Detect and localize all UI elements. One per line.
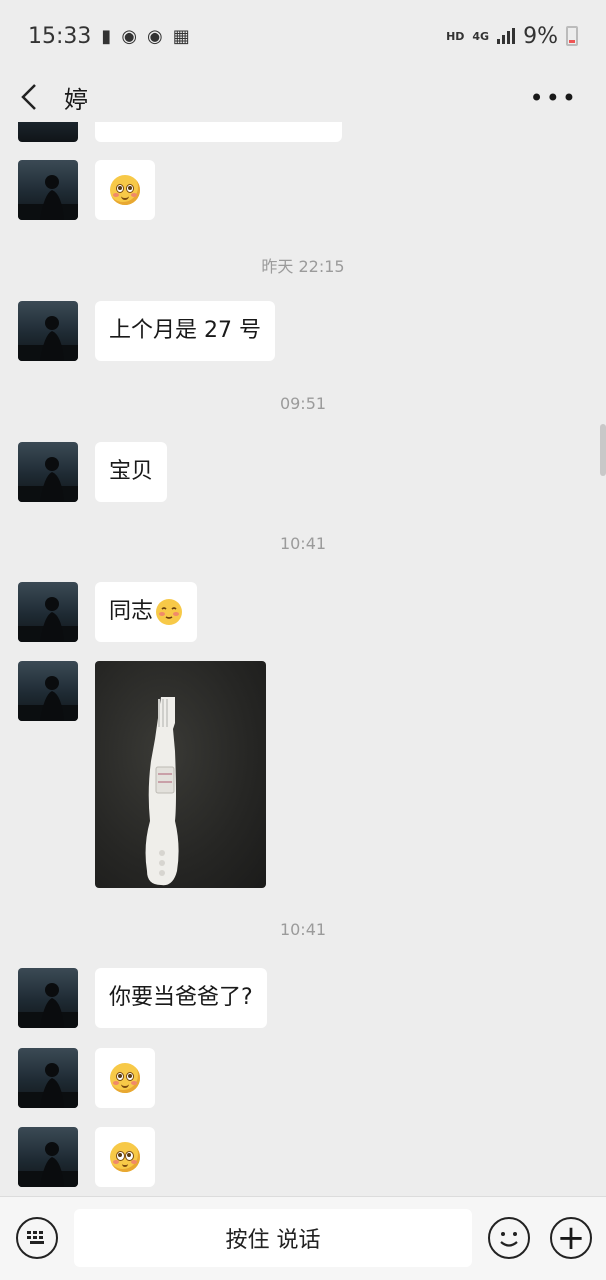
message-bubble-with-emoji[interactable]: 同志 (95, 582, 198, 642)
avatar[interactable] (18, 968, 78, 1028)
battery-icon (566, 26, 578, 46)
image-message[interactable] (95, 661, 266, 888)
nav-bar: 婷 ••• (0, 72, 606, 122)
back-icon[interactable] (18, 82, 48, 112)
status-left: 15:33 ▮ ◉ ◉ ▦ (28, 24, 190, 49)
pregnancy-test-photo (145, 697, 179, 886)
avatar[interactable] (18, 1048, 78, 1108)
alert-icon: ▮ (101, 25, 112, 47)
timestamp: 昨天 22:15 (261, 257, 345, 276)
network-type: 4G (472, 29, 490, 43)
chat-area[interactable]: 昨天 22:15 上个月是 27 号 09:51 宝贝 10:41 同志 10:… (0, 122, 606, 1196)
more-dots-icon[interactable]: ••• (530, 84, 578, 112)
message-bubble[interactable]: 宝贝 (95, 442, 168, 502)
timestamp: 10:41 (279, 920, 327, 939)
hold-to-talk-button[interactable]: 按住 说话 (74, 1209, 472, 1267)
qq-icon-2: ◉ (147, 25, 163, 47)
emoji-message[interactable] (95, 1127, 155, 1187)
avatar[interactable] (18, 301, 78, 361)
input-bar: 按住 说话 + (0, 1196, 606, 1280)
avatar[interactable] (18, 442, 78, 502)
signal-icon (497, 28, 516, 44)
timestamp: 10:41 (279, 534, 327, 553)
keyboard-icon[interactable] (16, 1217, 58, 1259)
flushed-face-icon (110, 1142, 140, 1172)
avatar[interactable] (18, 1127, 78, 1187)
plus-icon[interactable]: + (550, 1217, 592, 1259)
avatar[interactable] (18, 160, 78, 220)
qq-icon: ◉ (121, 25, 138, 47)
scrollbar[interactable] (600, 424, 606, 476)
status-bar: 15:33 ▮ ◉ ◉ ▦ HD 4G 9% (0, 0, 606, 72)
avatar[interactable] (18, 661, 78, 721)
chat-title: 婷 (64, 85, 88, 114)
battery-percent: 9% (523, 23, 558, 49)
avatar[interactable] (18, 582, 78, 642)
timestamp: 09:51 (279, 394, 327, 413)
status-time: 15:33 (28, 23, 92, 49)
smiley-icon[interactable] (488, 1217, 530, 1259)
message-bubble[interactable]: 你要当爸爸了? (95, 968, 267, 1028)
message-bubble-partial[interactable] (95, 122, 342, 142)
status-right: HD 4G 9% (446, 24, 578, 49)
emoji-message[interactable] (95, 1048, 155, 1108)
pleading-face-icon (110, 1063, 140, 1093)
emoji-message[interactable] (95, 160, 155, 220)
message-bubble[interactable]: 上个月是 27 号 (95, 301, 275, 361)
pleading-face-icon (110, 175, 140, 205)
message-text: 同志 (109, 599, 154, 624)
avatar[interactable] (18, 122, 78, 142)
image-icon: ▦ (172, 25, 190, 47)
shy-face-icon (156, 599, 183, 625)
hd-label: HD (446, 29, 465, 43)
